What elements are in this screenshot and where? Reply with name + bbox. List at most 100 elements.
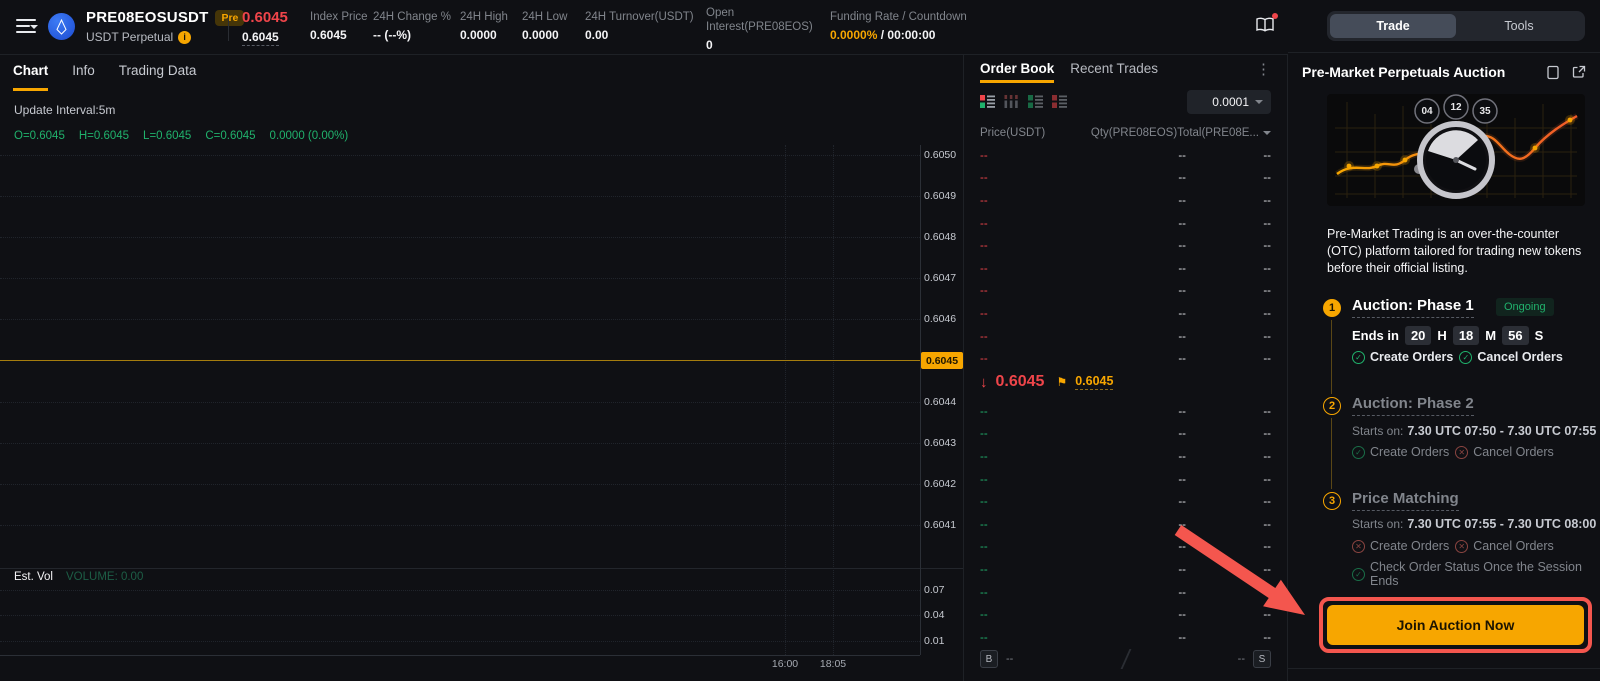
info-icon[interactable]: i [178, 31, 191, 44]
orderbook-cell-price: -- [980, 353, 1080, 365]
orderbook-ask-row[interactable]: ------ [980, 348, 1271, 371]
phase3-schedule: Starts on:7.30 UTC 07:55 - 7.30 UTC 08:0… [1352, 517, 1596, 531]
orderbook-cell-price: -- [980, 564, 1080, 576]
symbol-name: PRE08EOSUSDT [86, 9, 208, 26]
orderbook-cell-total: -- [1186, 195, 1271, 207]
orderbook-bid-row[interactable]: ------ [980, 491, 1271, 514]
countdown-seconds: 56 [1502, 326, 1528, 345]
time-gridline [833, 145, 834, 655]
orderbook-bid-row[interactable]: ------ [980, 626, 1271, 649]
phase3-check-status: Check Order Status Once the Session Ends [1370, 560, 1600, 588]
orderbook-bid-row[interactable]: ------ [980, 559, 1271, 582]
orderbook-cell-qty: -- [1080, 451, 1186, 463]
tab-recent-trades[interactable]: Recent Trades [1070, 55, 1158, 83]
orderbook-cell-total: -- [1186, 564, 1271, 576]
tab-tools[interactable]: Tools [1456, 14, 1582, 38]
orderbook-layout-depth-icon[interactable] [1004, 94, 1019, 109]
orderbook-bid-row[interactable]: ------ [980, 604, 1271, 627]
orderbook-ask-row[interactable]: ------ [980, 167, 1271, 190]
tab-order-book[interactable]: Order Book [980, 55, 1054, 83]
orderbook-bid-row[interactable]: ------ [980, 468, 1271, 491]
buy-box[interactable]: B [980, 650, 998, 668]
notification-dot [1272, 13, 1278, 19]
docs-icon[interactable] [1546, 65, 1560, 80]
time-axis[interactable] [0, 655, 920, 656]
orderbook-cell-total: -- [1186, 285, 1271, 297]
token-logo-icon [48, 13, 75, 40]
sell-box[interactable]: S [1253, 650, 1271, 668]
orderbook-layout-both-icon[interactable] [980, 94, 995, 109]
col-qty: Qty(PRE08EOS) [1076, 127, 1177, 139]
tab-trade[interactable]: Trade [1330, 14, 1456, 38]
orderbook-bid-row[interactable]: ------ [980, 513, 1271, 536]
price-tick: 0.6050 [924, 149, 962, 161]
orderbook-cell-qty: -- [1080, 496, 1186, 508]
orderbook-panel-toggle-icon[interactable] [1255, 15, 1277, 37]
orderbook-last-price: 0.6045 [996, 373, 1045, 391]
bids-list: ----------------------------------------… [980, 400, 1271, 649]
join-auction-button[interactable]: Join Auction Now [1327, 605, 1584, 645]
phase3-title[interactable]: Price Matching [1352, 490, 1459, 511]
orderbook-cell-total: -- [1186, 496, 1271, 508]
cross-circle-icon: ✕ [1352, 540, 1365, 553]
check-circle-icon: ✓ [1352, 446, 1365, 459]
menu-icon[interactable] [16, 19, 36, 35]
orderbook-cell-qty: -- [1080, 172, 1186, 184]
orderbook-ask-row[interactable]: ------ [980, 235, 1271, 258]
top-header: PRE08EOSUSDT Pre USDT Perpetual i 0.6045… [0, 0, 1288, 55]
cross-circle-icon: ✕ [1455, 446, 1468, 459]
tab-chart[interactable]: Chart [13, 63, 48, 91]
asks-list: ----------------------------------------… [980, 145, 1271, 371]
orderbook-layout-bids-icon[interactable] [1028, 94, 1043, 109]
pre-badge: Pre [215, 10, 244, 26]
orderbook-cell-price: -- [980, 218, 1080, 230]
orderbook-panel: Order Book Recent Trades ⋮ 0.0001 Pr [963, 55, 1288, 681]
buy-ratio: -- [1006, 653, 1013, 665]
price-tick: 0.6046 [924, 313, 962, 325]
orderbook-cell-price: -- [980, 632, 1080, 644]
banner-time-seconds: 35 [1479, 106, 1491, 117]
tab-info[interactable]: Info [72, 63, 95, 91]
mark-price[interactable]: 0.6045 [242, 30, 279, 46]
auction-description: Pre-Market Trading is an over-the-counte… [1327, 226, 1589, 277]
orderbook-ask-row[interactable]: ------ [980, 303, 1271, 326]
price-tick: 0.6049 [924, 190, 962, 202]
orderbook-cell-qty: -- [1080, 541, 1186, 553]
orderbook-bid-row[interactable]: ------ [980, 400, 1271, 423]
phase1-title[interactable]: Auction: Phase 1 [1352, 297, 1474, 318]
orderbook-cell-total: -- [1186, 428, 1271, 440]
orderbook-bid-row[interactable]: ------ [980, 423, 1271, 446]
stat-funding-rate: Funding Rate / Countdown 0.0000% / 00:00… [830, 10, 967, 42]
orderbook-cell-price: -- [980, 451, 1080, 463]
orderbook-ask-row[interactable]: ------ [980, 325, 1271, 348]
check-circle-icon: ✓ [1352, 568, 1365, 581]
orderbook-cell-qty: -- [1080, 609, 1186, 621]
precision-select[interactable]: 0.0001 [1187, 90, 1271, 114]
price-tick: 0.6043 [924, 437, 962, 449]
orderbook-ask-row[interactable]: ------ [980, 257, 1271, 280]
orderbook-ask-row[interactable]: ------ [980, 280, 1271, 303]
orderbook-cell-total: -- [1186, 263, 1271, 275]
external-link-icon[interactable] [1572, 65, 1586, 79]
orderbook-bid-row[interactable]: ------ [980, 581, 1271, 604]
orderbook-mark-price[interactable]: 0.6045 [1075, 374, 1113, 390]
orderbook-bid-row[interactable]: ------ [980, 536, 1271, 559]
tab-trading-data[interactable]: Trading Data [119, 63, 197, 91]
orderbook-cell-qty: -- [1080, 218, 1186, 230]
phase3-cancel-orders: Cancel Orders [1473, 539, 1554, 553]
stat-24h-high: 24H High 0.0000 [460, 10, 508, 42]
col-total[interactable]: Total(PRE08E... [1177, 127, 1271, 139]
orderbook-cell-total: -- [1186, 353, 1271, 365]
orderbook-cell-price: -- [980, 519, 1080, 531]
price-axis[interactable] [920, 145, 921, 655]
est-vol-label: Est. Vol [14, 571, 53, 583]
phase2-title[interactable]: Auction: Phase 2 [1352, 395, 1474, 416]
orderbook-ask-row[interactable]: ------ [980, 212, 1271, 235]
ohlc-readout: O=0.6045H=0.6045 L=0.6045C=0.6045 0.0000… [14, 130, 348, 142]
orderbook-ask-row[interactable]: ------ [980, 190, 1271, 213]
orderbook-layout-asks-icon[interactable] [1052, 94, 1067, 109]
orderbook-bid-row[interactable]: ------ [980, 446, 1271, 469]
orderbook-ask-row[interactable]: ------ [980, 145, 1271, 168]
orderbook-cell-qty: -- [1080, 285, 1186, 297]
more-menu-icon[interactable]: ⋮ [1256, 60, 1271, 78]
